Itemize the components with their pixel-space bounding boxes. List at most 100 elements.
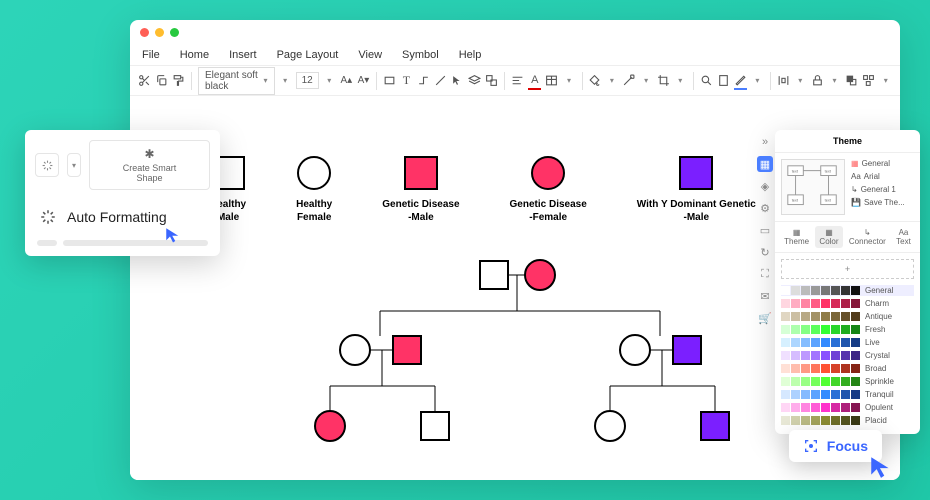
connector-icon[interactable] <box>417 72 430 90</box>
pencil-dropdown-icon[interactable]: ▾ <box>751 72 764 90</box>
burst-dropdown-icon[interactable]: ▾ <box>67 153 81 177</box>
color-swatch[interactable] <box>841 299 850 308</box>
color-swatch[interactable] <box>811 286 820 295</box>
font-select[interactable]: Elegant soft black▾ <box>198 67 275 95</box>
crop-dropdown-icon[interactable]: ▾ <box>674 72 687 90</box>
fill-icon[interactable] <box>588 72 601 90</box>
color-swatch[interactable] <box>831 312 840 321</box>
menu-view[interactable]: View <box>358 49 382 61</box>
swatch-row[interactable]: Fresh <box>781 324 914 335</box>
color-swatch[interactable] <box>831 338 840 347</box>
color-swatch[interactable] <box>851 364 860 373</box>
color-swatch[interactable] <box>841 351 850 360</box>
theme-thumbnail[interactable]: text text text text <box>781 159 845 215</box>
theme-list-save[interactable]: 💾Save The... <box>851 198 914 207</box>
color-swatch[interactable] <box>821 286 830 295</box>
swatch-row[interactable]: Live <box>781 337 914 348</box>
page-icon[interactable] <box>717 72 730 90</box>
cut-icon[interactable] <box>138 72 151 90</box>
color-swatch[interactable] <box>801 338 810 347</box>
color-swatch[interactable] <box>781 312 790 321</box>
color-swatch[interactable] <box>831 403 840 412</box>
swatch-row[interactable]: Broad <box>781 363 914 374</box>
shape-rect-icon[interactable] <box>383 72 396 90</box>
swatch-row[interactable]: Tranquil <box>781 389 914 400</box>
color-swatch[interactable] <box>821 325 830 334</box>
burst-icon[interactable] <box>35 153 59 177</box>
layers-side-icon[interactable]: ◈ <box>757 178 773 194</box>
crop-icon[interactable] <box>657 72 670 90</box>
color-swatch[interactable] <box>821 364 830 373</box>
color-swatch[interactable] <box>831 416 840 425</box>
color-swatch[interactable] <box>791 416 800 425</box>
color-swatch[interactable] <box>781 325 790 334</box>
fill-dropdown-icon[interactable]: ▾ <box>605 72 618 90</box>
tab-theme[interactable]: ▦Theme <box>780 226 813 248</box>
color-swatch[interactable] <box>811 390 820 399</box>
color-swatch[interactable] <box>821 416 830 425</box>
menu-symbol[interactable]: Symbol <box>402 49 439 61</box>
color-swatch[interactable] <box>821 338 830 347</box>
color-swatch[interactable] <box>801 403 810 412</box>
increase-font-icon[interactable]: A▴ <box>340 72 353 90</box>
color-swatch[interactable] <box>791 286 800 295</box>
swatch-row[interactable]: Opulent <box>781 402 914 413</box>
color-swatch[interactable] <box>841 338 850 347</box>
more-dropdown-1[interactable]: ▾ <box>562 72 575 90</box>
color-swatch[interactable] <box>801 416 810 425</box>
color-swatch[interactable] <box>801 390 810 399</box>
grid-icon[interactable]: ▦ <box>757 156 773 172</box>
color-swatch[interactable] <box>801 325 810 334</box>
color-swatch[interactable] <box>841 403 850 412</box>
menu-help[interactable]: Help <box>459 49 482 61</box>
color-swatch[interactable] <box>781 299 790 308</box>
color-swatch[interactable] <box>821 390 830 399</box>
color-swatch[interactable] <box>821 351 830 360</box>
color-swatch[interactable] <box>841 364 850 373</box>
color-swatch[interactable] <box>781 338 790 347</box>
bring-front-icon[interactable] <box>845 72 858 90</box>
menu-insert[interactable]: Insert <box>229 49 257 61</box>
color-swatch[interactable] <box>831 325 840 334</box>
color-swatch[interactable] <box>811 364 820 373</box>
color-swatch[interactable] <box>851 325 860 334</box>
color-swatch[interactable] <box>801 351 810 360</box>
theme-list-arial[interactable]: AaArial <box>851 172 914 181</box>
color-swatch[interactable] <box>781 351 790 360</box>
comment-icon[interactable]: ✉ <box>757 288 773 304</box>
auto-formatting-button[interactable]: Auto Formatting <box>35 198 210 236</box>
color-swatch[interactable] <box>791 403 800 412</box>
gear-icon[interactable]: ⚙ <box>757 200 773 216</box>
color-swatch[interactable] <box>811 338 820 347</box>
color-swatch[interactable] <box>831 299 840 308</box>
color-swatch[interactable] <box>831 390 840 399</box>
tab-text[interactable]: AaText <box>892 226 915 248</box>
color-swatch[interactable] <box>781 403 790 412</box>
theme-list-general[interactable]: ▦General <box>851 159 914 168</box>
swatch-row[interactable]: Antique <box>781 311 914 322</box>
color-swatch[interactable] <box>791 325 800 334</box>
cart-icon[interactable]: 🛒 <box>757 310 773 326</box>
swatch-row[interactable]: Charm <box>781 298 914 309</box>
add-theme-button[interactable]: + <box>781 259 914 279</box>
color-swatch[interactable] <box>801 286 810 295</box>
theme-list-general1[interactable]: ↳General 1 <box>851 185 914 194</box>
auto-layout-icon[interactable] <box>862 72 875 90</box>
color-swatch[interactable] <box>821 403 830 412</box>
color-swatch[interactable] <box>841 390 850 399</box>
align-left-icon[interactable] <box>511 72 524 90</box>
color-swatch[interactable] <box>851 286 860 295</box>
color-swatch[interactable] <box>781 364 790 373</box>
create-smart-shape-button[interactable]: ✱ Create Smart Shape <box>89 140 210 190</box>
color-swatch[interactable] <box>781 286 790 295</box>
color-swatch[interactable] <box>841 286 850 295</box>
color-swatch[interactable] <box>791 377 800 386</box>
color-swatch[interactable] <box>801 312 810 321</box>
swatch-row[interactable]: General <box>781 285 914 296</box>
font-dropdown-icon[interactable]: ▾ <box>279 72 292 90</box>
color-swatch[interactable] <box>811 377 820 386</box>
color-swatch[interactable] <box>811 416 820 425</box>
color-swatch[interactable] <box>841 325 850 334</box>
eyedropper-dropdown-icon[interactable]: ▾ <box>640 72 653 90</box>
pointer-icon[interactable] <box>451 72 464 90</box>
